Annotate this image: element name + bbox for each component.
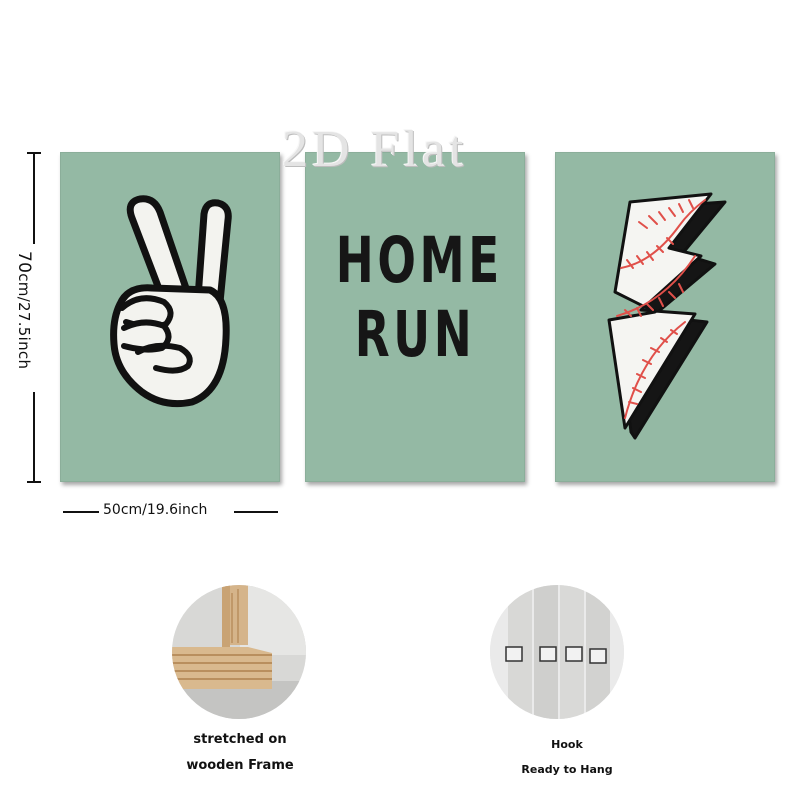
home-run-line-2: RUN	[354, 298, 476, 371]
poster-panel-peace	[60, 152, 280, 482]
wooden-frame-photo	[172, 585, 306, 719]
home-run-line-1: HOME	[335, 224, 503, 297]
height-dimension-line-top	[33, 152, 35, 244]
frame-caption-line-2: wooden Frame	[186, 758, 294, 773]
wooden-frame-icon	[172, 585, 306, 719]
width-dimension-line-right	[234, 511, 278, 513]
home-run-text: HOME RUN	[335, 224, 503, 372]
hook-caption-line-2: Ready to Hang	[521, 763, 613, 776]
height-dimension-cap-bottom	[27, 481, 41, 483]
width-dimension-label: 50cm/19.6inch	[103, 502, 208, 518]
hook-photo	[490, 585, 624, 719]
height-dimension-label: 70cm/27.5inch	[14, 251, 34, 370]
baseball-bolt-icon	[607, 192, 727, 440]
poster-panel-lightning	[555, 152, 775, 482]
poster-panel-home-run: HOME RUN	[305, 152, 525, 482]
frame-caption-line-1: stretched on	[193, 732, 287, 747]
hook-icon	[490, 585, 624, 719]
watermark: 2D Flat	[282, 121, 468, 178]
hook-caption-line-1: Hook	[551, 738, 583, 751]
peace-hand-icon	[110, 195, 232, 408]
width-dimension-line-left	[63, 511, 99, 513]
